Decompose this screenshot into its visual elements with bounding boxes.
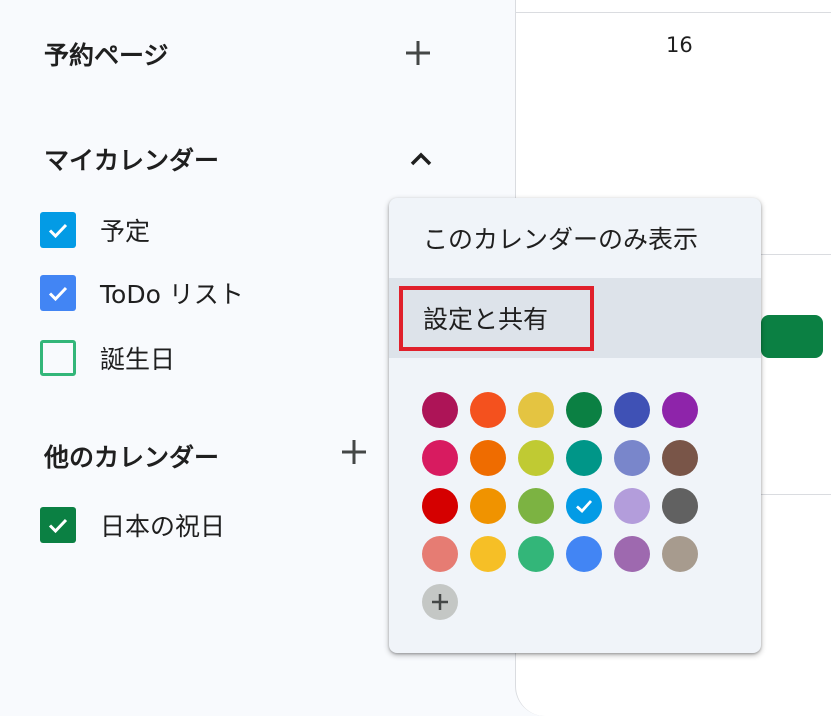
color-swatch[interactable] (614, 392, 650, 428)
booking-pages-title: 予約ページ (44, 41, 169, 70)
add-custom-color-button[interactable] (422, 584, 458, 620)
calendar-label: 誕生日 (100, 345, 176, 374)
color-swatch[interactable] (566, 536, 602, 572)
checkmark-icon (48, 223, 68, 239)
show-only-this-calendar-item[interactable]: このカレンダーのみ表示 (389, 198, 761, 278)
color-swatch[interactable] (470, 392, 506, 428)
color-swatch[interactable] (662, 440, 698, 476)
checkbox[interactable] (40, 340, 76, 376)
calendar-label: 予定 (100, 217, 151, 246)
color-swatch[interactable] (662, 392, 698, 428)
color-swatch[interactable] (566, 392, 602, 428)
calendar-item-yotei[interactable]: 予定 (40, 210, 150, 250)
grid-line (516, 12, 831, 13)
color-swatch[interactable] (566, 488, 602, 524)
plus-icon (432, 594, 448, 610)
color-swatch[interactable] (518, 392, 554, 428)
settings-and-sharing-item[interactable]: 設定と共有 (389, 278, 761, 358)
checkmark-icon (576, 500, 593, 513)
checkbox[interactable] (40, 212, 76, 248)
color-swatch[interactable] (614, 488, 650, 524)
calendar-options-menu: このカレンダーのみ表示 設定と共有 (389, 198, 761, 653)
color-swatch[interactable] (470, 536, 506, 572)
checkmark-icon (48, 286, 68, 302)
calendar-item-todo[interactable]: ToDo リスト (40, 273, 244, 313)
add-other-calendar-button[interactable] (334, 432, 374, 472)
color-swatch[interactable] (422, 488, 458, 524)
color-swatch[interactable] (518, 488, 554, 524)
calendar-label: 日本の祝日 (100, 512, 226, 541)
calendar-item-japan-holidays[interactable]: 日本の祝日 (40, 505, 225, 545)
color-swatch[interactable] (518, 536, 554, 572)
my-calendars-title: マイカレンダー (44, 146, 220, 175)
collapse-my-calendars-button[interactable] (401, 139, 441, 179)
calendar-label: ToDo リスト (100, 280, 244, 309)
settings-and-sharing-label: 設定と共有 (423, 305, 549, 334)
calendar-item-birthdays[interactable]: 誕生日 (40, 338, 175, 378)
color-swatch[interactable] (518, 440, 554, 476)
checkmark-icon (48, 518, 68, 534)
plus-icon (406, 41, 430, 65)
day-number[interactable]: 16 (666, 33, 693, 57)
color-swatch[interactable] (470, 488, 506, 524)
checkbox[interactable] (40, 507, 76, 543)
plus-icon (342, 440, 366, 464)
event-chip[interactable] (761, 315, 823, 358)
color-swatch[interactable] (662, 536, 698, 572)
color-swatch[interactable] (662, 488, 698, 524)
color-swatch[interactable] (614, 440, 650, 476)
color-swatch[interactable] (422, 440, 458, 476)
checkbox[interactable] (40, 275, 76, 311)
color-swatch[interactable] (614, 536, 650, 572)
add-booking-page-button[interactable] (398, 33, 438, 73)
color-swatch[interactable] (566, 440, 602, 476)
color-swatch[interactable] (470, 440, 506, 476)
other-calendars-title: 他のカレンダー (44, 443, 220, 472)
color-swatch[interactable] (422, 536, 458, 572)
color-swatch[interactable] (422, 392, 458, 428)
chevron-up-icon (410, 152, 432, 166)
